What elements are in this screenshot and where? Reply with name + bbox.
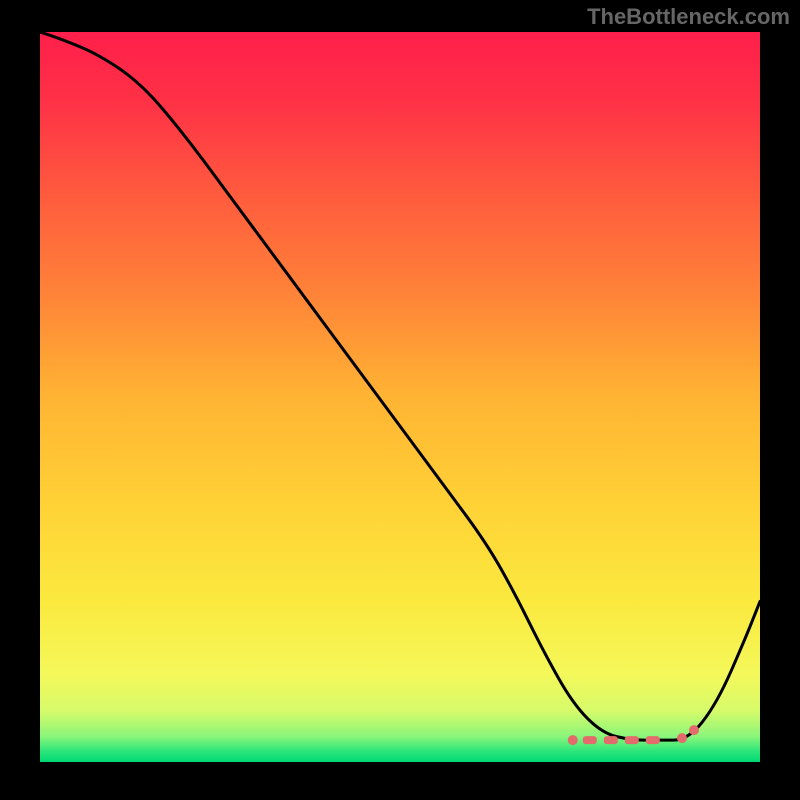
bottleneck-chart [40, 32, 760, 762]
attribution-text: TheBottleneck.com [587, 4, 790, 30]
